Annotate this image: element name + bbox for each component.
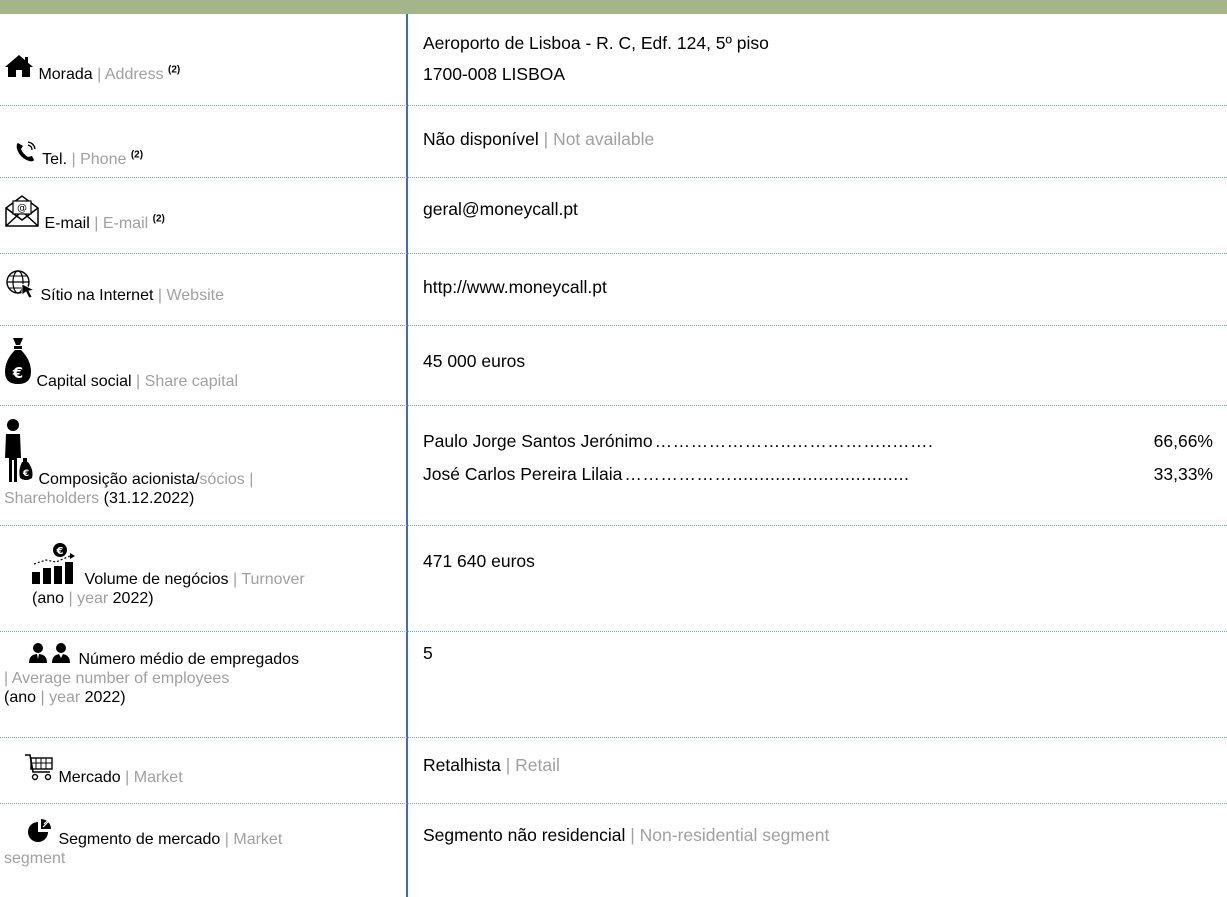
employees-label-en: Average number of employees <box>11 670 230 687</box>
shareholders-label-pt2: sócios <box>199 471 245 488</box>
shareholders-label-en: Shareholders <box>4 490 100 507</box>
phone-label-pt: Tel. <box>42 151 68 168</box>
top-bar <box>0 0 1227 14</box>
shopping-cart-icon <box>24 752 54 787</box>
money-bag-icon: € <box>4 336 32 391</box>
shareholders-label-pt: Composição acionista/ <box>38 471 200 488</box>
segment-value-pt: Segmento não residencial <box>423 825 626 845</box>
employees-year-en: year <box>49 689 81 706</box>
market-value-en: Retail <box>515 755 560 775</box>
employees-label-pt: Número médio de empregados <box>78 651 300 668</box>
turnover-chart-icon: € <box>30 542 80 589</box>
turnover-value: 471 640 euros <box>423 551 535 571</box>
svg-text:€: € <box>12 364 23 382</box>
phone-value-pt: Não disponível <box>423 129 539 149</box>
shareholders-date: (31.12.2022) <box>99 490 195 507</box>
phone-row: Tel. | Phone (2) Não disponível | Not av… <box>0 106 1227 178</box>
market-label-pt: Mercado <box>58 769 121 786</box>
email-label-en: E-mail <box>102 215 149 232</box>
turnover-year-open: (ano <box>32 590 65 607</box>
market-row: Mercado | Market Retalhista | Retail <box>0 738 1227 804</box>
share-capital-label-pt: Capital social <box>36 373 132 390</box>
turnover-year-en: year <box>77 590 109 607</box>
share-capital-value: 45 000 euros <box>423 351 526 371</box>
leader-dots: …………………..……………..……. <box>654 431 934 451</box>
house-icon <box>4 54 34 83</box>
email-label-pt: E-mail <box>44 215 90 232</box>
svg-text:€: € <box>56 546 64 557</box>
market-value-pt: Retalhista <box>423 755 501 775</box>
svg-text:€: € <box>22 469 29 479</box>
employees-value: 5 <box>423 643 433 663</box>
phone-label-en: Phone <box>80 151 127 168</box>
employees-row: Número médio de empregados | Average num… <box>0 632 1227 738</box>
shareholders-label-sep: | <box>244 471 254 488</box>
address-line-2: 1700-008 LISBOA <box>423 64 566 84</box>
market-segment-row: Segmento de mercado | Market segment Seg… <box>0 804 1227 897</box>
segment-label-en2: segment <box>4 850 66 867</box>
website-value: http://www.moneycall.pt <box>423 277 607 297</box>
globe-cursor-icon <box>4 268 36 305</box>
website-label-pt: Sítio na Internet <box>40 287 154 304</box>
employees-year-open: (ano <box>4 689 37 706</box>
address-row: Morada | Address (2) Aeroporto de Lisboa… <box>0 14 1227 106</box>
turnover-label-en: Turnover <box>241 571 305 588</box>
shareholder-name: José Carlos Pereira Lilaia <box>423 464 623 484</box>
phone-note: (2) <box>130 149 144 161</box>
website-row: Sítio na Internet | Website http://www.m… <box>0 254 1227 326</box>
leader-dots: ………………................................. <box>624 464 910 484</box>
turnover-row: € Volume de negócios | Turnover (ano | y… <box>0 526 1227 632</box>
segment-label-pt: Segmento de mercado <box>58 831 221 848</box>
shareholder-line: Paulo Jorge Santos Jerónimo …………………..………… <box>423 430 1213 463</box>
market-segment-icon <box>26 816 54 849</box>
shareholders-row: € Composição acionista/sócios | Sharehol… <box>0 406 1227 526</box>
share-capital-row: € Capital social | Share capital 45 000 … <box>0 326 1227 406</box>
address-note: (2) <box>168 64 181 76</box>
svg-text:@: @ <box>17 203 27 214</box>
employees-icon <box>28 642 74 669</box>
shareholder-line: José Carlos Pereira Lilaia ……………….......… <box>423 463 1213 485</box>
segment-label-en: Market <box>233 831 283 848</box>
turnover-label-pt: Volume de negócios <box>84 571 229 588</box>
phone-value-en: Not available <box>553 129 655 149</box>
shareholder-name: Paulo Jorge Santos Jerónimo <box>423 431 653 451</box>
market-label-en: Market <box>133 769 183 786</box>
shareholder-icon: € <box>4 418 34 489</box>
employees-year-value: 2022) <box>84 689 126 706</box>
turnover-year-value: 2022) <box>112 590 154 607</box>
envelope-icon: @ <box>4 192 40 233</box>
email-row: @ E-mail | E-mail (2) geral@moneycall.pt <box>0 178 1227 254</box>
shareholder-percent: 66,66% <box>1153 431 1213 451</box>
address-label-pt: Morada <box>38 66 93 83</box>
email-value: geral@moneycall.pt <box>423 199 578 219</box>
segment-value-en: Non-residential segment <box>639 825 830 845</box>
address-line-1: Aeroporto de Lisboa - R. C, Edf. 124, 5º… <box>423 33 769 53</box>
share-capital-label-en: Share capital <box>144 373 239 390</box>
phone-icon <box>14 140 38 169</box>
shareholder-percent: 33,33% <box>1153 464 1213 484</box>
website-label-en: Website <box>166 287 224 304</box>
address-label-en: Address <box>104 66 164 83</box>
email-note: (2) <box>152 213 165 225</box>
